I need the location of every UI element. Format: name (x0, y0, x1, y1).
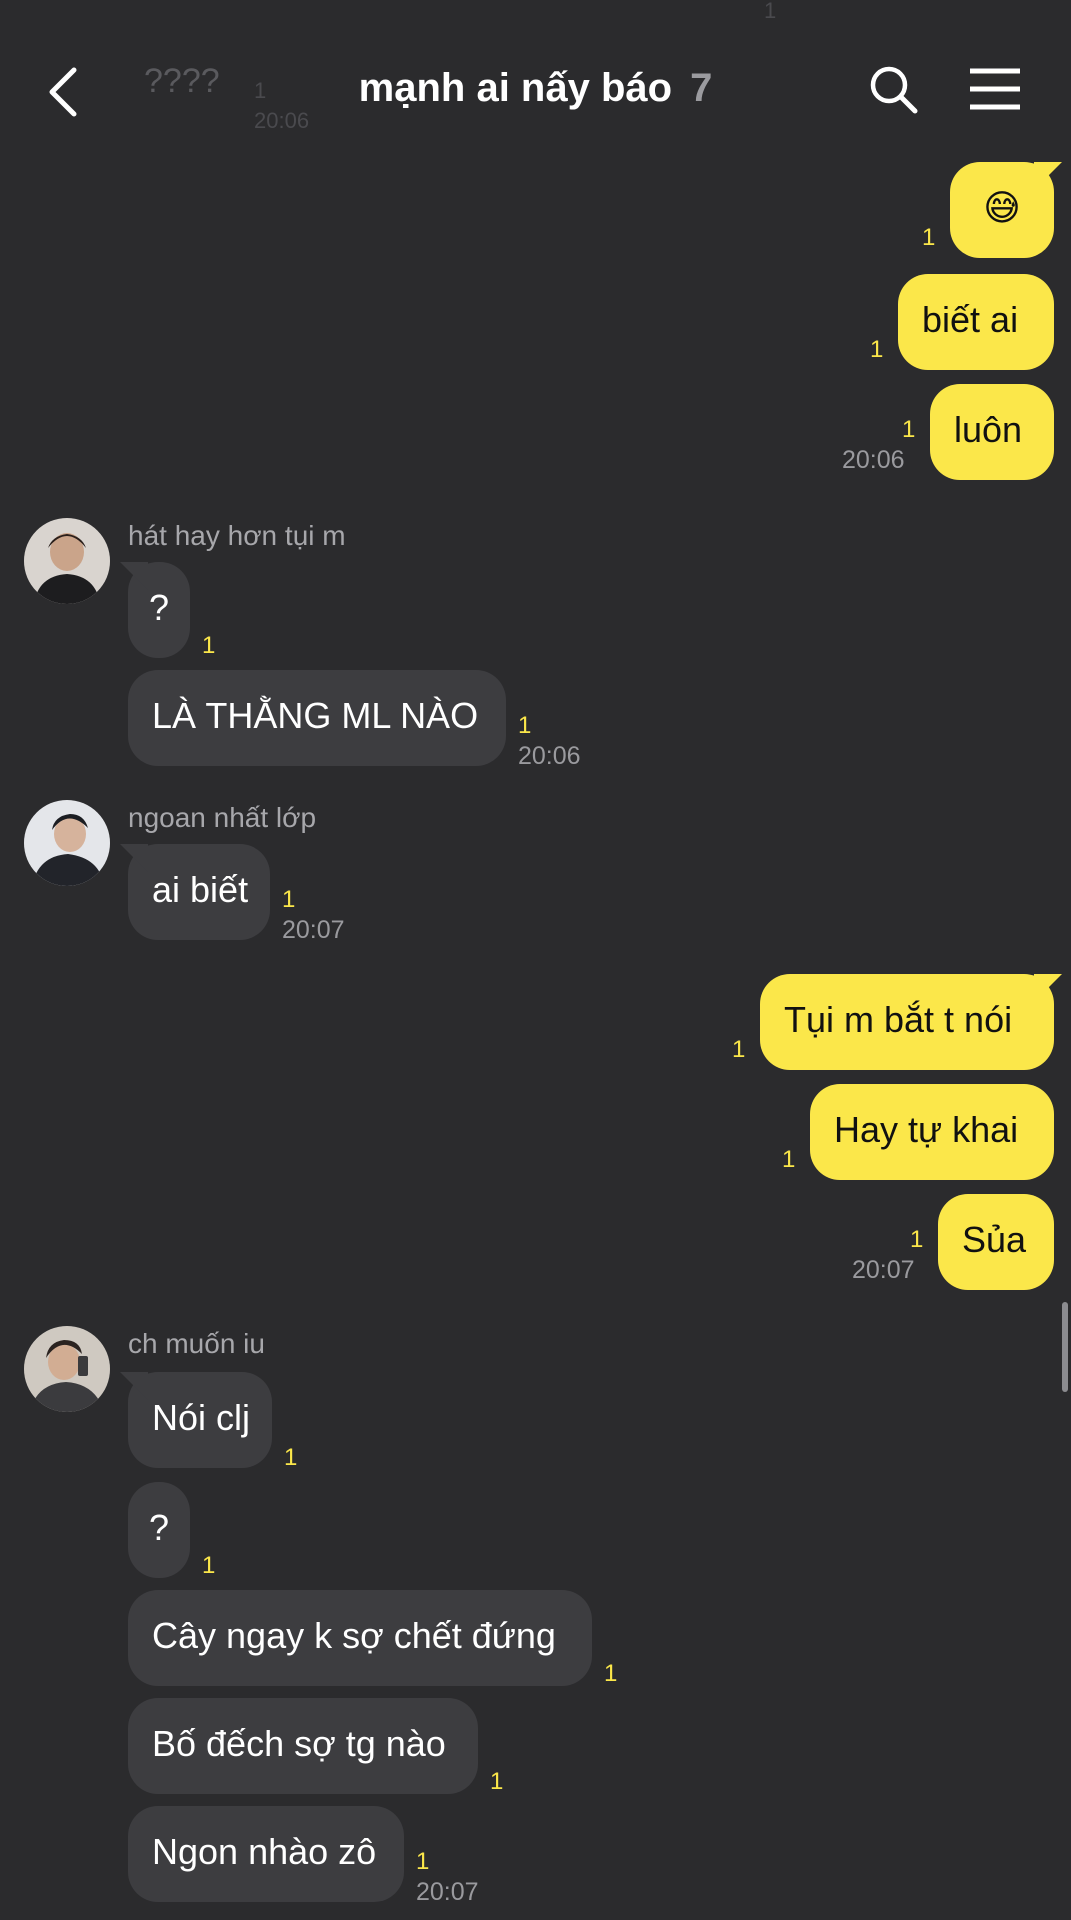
avatar-image (24, 518, 110, 604)
avatar-image (24, 800, 110, 886)
avatar[interactable] (24, 800, 110, 886)
their-message-bubble[interactable]: ? (128, 562, 190, 658)
message-text: Sủa (962, 1219, 1027, 1260)
search-button[interactable] (868, 64, 920, 116)
message-time: 20:06 (842, 446, 905, 474)
their-message-bubble[interactable]: Ngon nhào zô (128, 1806, 404, 1902)
chat-header: 1 ???? 1 20:06 mạnh ai nấy báo 7 (0, 0, 1071, 180)
message-text: LÀ THẰNG ML NÀO (152, 695, 479, 736)
message-time: 20:07 (852, 1256, 915, 1284)
emoji-sweat-smile: 😅 (983, 187, 1021, 228)
my-message-bubble[interactable]: Hay tự khai (810, 1084, 1054, 1180)
message-text: ? (148, 587, 170, 628)
message-text: biết ai (922, 299, 1019, 340)
unread-count: 1 (732, 1036, 746, 1063)
their-message-bubble[interactable]: Nói clj (128, 1372, 272, 1468)
unread-count: 1 (870, 336, 884, 363)
unread-count: 1 (202, 1552, 216, 1579)
avatar[interactable] (24, 518, 110, 604)
my-message-bubble[interactable]: Tụi m bắt t nói (760, 974, 1054, 1070)
ghost-top-unread: 1 (764, 0, 777, 23)
their-message-bubble[interactable]: Cây ngay k sợ chết đứng (128, 1590, 592, 1686)
sender-name: hát hay hơn tụi m (128, 520, 346, 551)
scrollbar[interactable] (1062, 1302, 1068, 1392)
message-text: Hay tự khai (834, 1109, 1019, 1150)
search-icon (870, 66, 918, 114)
message-text: luôn (954, 409, 1023, 450)
message-text: Nói clj (152, 1397, 251, 1438)
unread-count: 1 (518, 712, 532, 739)
message-time: 20:07 (282, 916, 345, 944)
message-time: 20:07 (416, 1878, 479, 1906)
unread-count: 1 (902, 416, 916, 443)
my-message-bubble[interactable]: luôn (930, 384, 1054, 480)
unread-count: 1 (416, 1848, 430, 1875)
message-text: ? (148, 1507, 170, 1548)
message-text: Ngon nhào zô (152, 1831, 377, 1872)
message-text: Bố đếch sợ tg nào (152, 1723, 446, 1764)
unread-count: 1 (782, 1146, 796, 1173)
member-count: 7 (690, 66, 713, 110)
unread-count: 1 (604, 1660, 618, 1687)
their-message-bubble[interactable]: ai biết (128, 844, 270, 940)
my-message-bubble[interactable]: biết ai (898, 274, 1054, 370)
their-message-bubble[interactable]: ? (128, 1482, 190, 1578)
sender-name: ngoan nhất lớp (128, 802, 317, 833)
unread-count: 1 (922, 224, 936, 251)
message-text: Cây ngay k sợ chết đứng (152, 1615, 556, 1656)
avatar[interactable] (24, 1326, 110, 1412)
unread-count: 1 (284, 1444, 298, 1471)
chat-room-name: mạnh ai nấy báo (358, 66, 673, 110)
message-text: ai biết (152, 869, 249, 910)
avatar-image (24, 1326, 110, 1412)
message-text: Tụi m bắt t nói (784, 999, 1013, 1040)
unread-count: 1 (910, 1226, 924, 1253)
menu-button[interactable] (968, 66, 1022, 112)
menu-icon (970, 68, 1020, 110)
my-message-bubble[interactable]: Sủa (938, 1194, 1054, 1290)
my-message-bubble[interactable]: 😅 (950, 162, 1054, 258)
sender-name: ch muốn iu (128, 1328, 265, 1359)
message-time: 20:06 (518, 742, 581, 770)
their-message-bubble[interactable]: LÀ THẰNG ML NÀO (128, 670, 506, 766)
unread-count: 1 (282, 886, 296, 913)
unread-count: 1 (490, 1768, 504, 1795)
ghost-time: 20:06 (254, 108, 310, 133)
unread-count: 1 (202, 632, 216, 659)
their-message-bubble[interactable]: Bố đếch sợ tg nào (128, 1698, 478, 1794)
